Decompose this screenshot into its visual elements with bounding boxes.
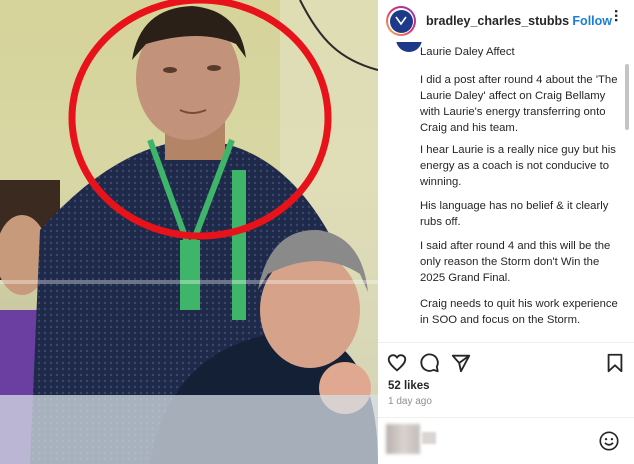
action-bar	[378, 352, 634, 376]
post-header: bradley_charles_stubbs Follow ...	[378, 0, 634, 42]
caption-paragraph: Craig needs to quit his work experience …	[420, 298, 618, 326]
likes-count[interactable]: 52 likes	[388, 380, 430, 392]
bookmark-icon[interactable]	[604, 352, 626, 374]
caption-paragraph: His language has no belief & it clearly …	[420, 200, 609, 228]
divider	[378, 342, 634, 343]
caption-paragraph: I did a post after round 4 about the 'Th…	[420, 74, 618, 134]
follow-button[interactable]: Follow	[572, 14, 612, 28]
smiley-icon[interactable]	[598, 430, 620, 452]
caption-paragraph: I hear Laurie is a really nice guy but h…	[420, 144, 616, 188]
blurred-comment	[422, 432, 436, 444]
username[interactable]: bradley_charles_stubbs	[426, 14, 569, 28]
post-photo[interactable]	[0, 0, 378, 464]
profile-avatar[interactable]	[386, 6, 416, 36]
caption-paragraph: I said after round 4 and this will be th…	[420, 240, 611, 284]
more-options-icon[interactable]: ...	[610, 9, 628, 22]
comment-icon[interactable]	[418, 352, 440, 374]
post-time[interactable]: 1 day ago	[388, 396, 432, 407]
avatar-logo-icon	[389, 9, 413, 33]
blurred-commenter-avatar	[386, 424, 420, 454]
caption-area[interactable]: Laurie Daley Affect I did a post after r…	[378, 42, 628, 342]
caption-paragraph: Laurie Daley Affect	[420, 46, 515, 58]
send-icon[interactable]	[450, 352, 472, 374]
caption-scrollbar[interactable]	[625, 64, 629, 130]
post-sidebar: bradley_charles_stubbs Follow ... Laurie…	[378, 0, 634, 464]
divider	[378, 417, 634, 418]
caption-avatar[interactable]	[396, 42, 422, 52]
photo-scene	[0, 0, 378, 464]
heart-icon[interactable]	[386, 352, 408, 374]
